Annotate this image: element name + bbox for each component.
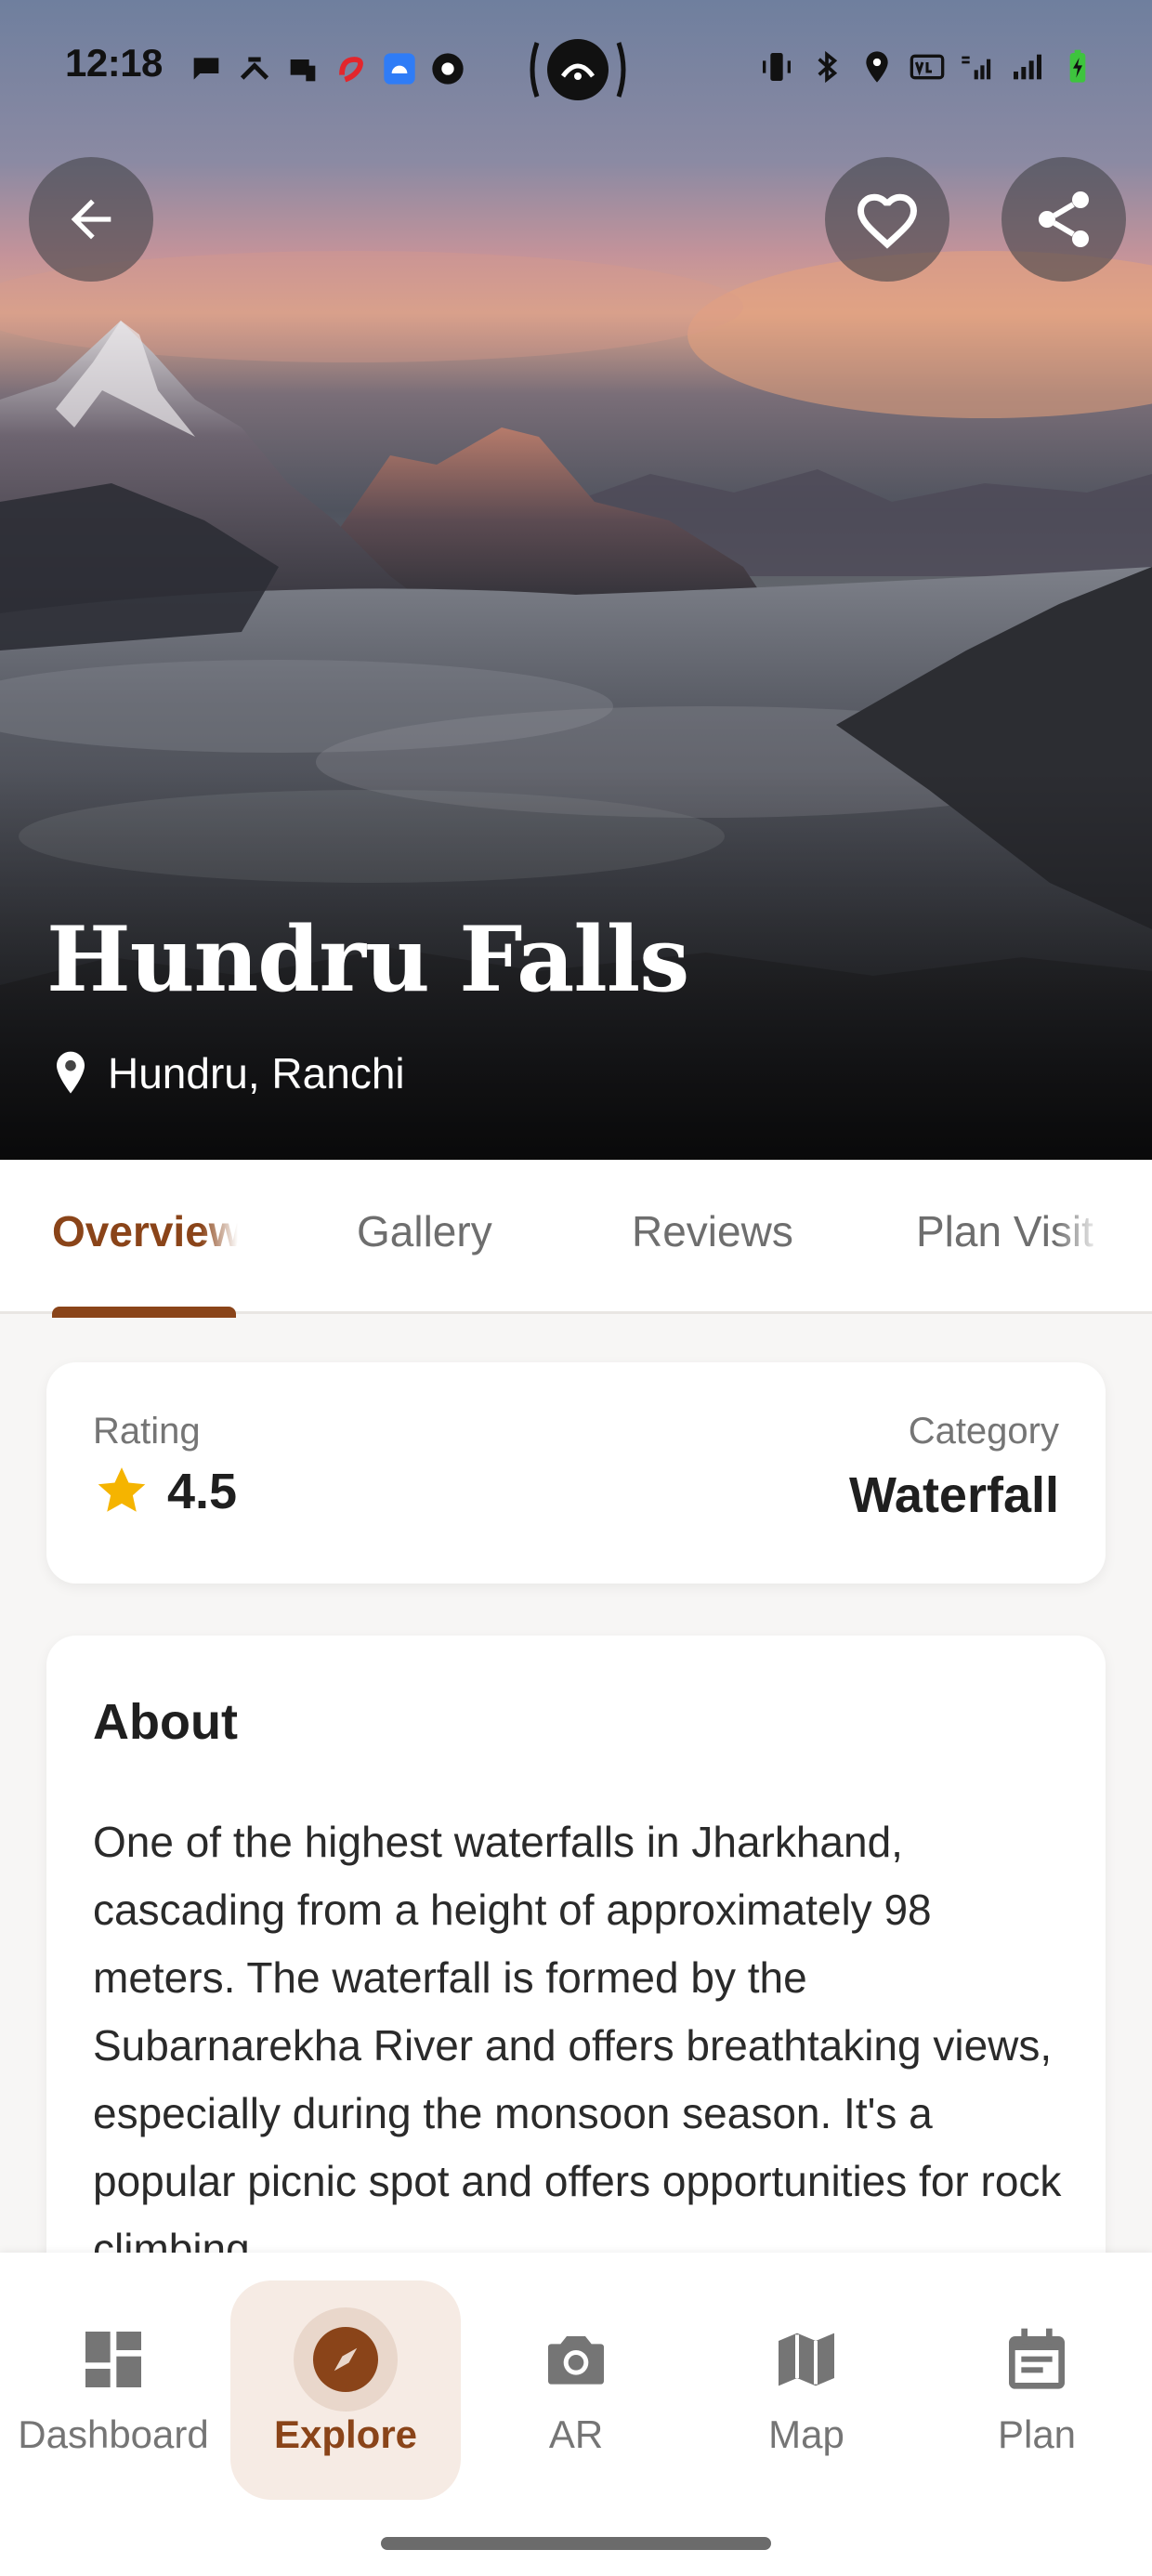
status-time: 12:18 bbox=[65, 41, 163, 85]
tools-icon bbox=[240, 57, 269, 80]
summary-card: Rating 4.5 Category Waterfall bbox=[46, 1362, 1106, 1584]
battery-charging-icon bbox=[1069, 49, 1086, 83]
place-title: Hundru Falls bbox=[46, 907, 689, 1012]
chat-icon bbox=[193, 58, 219, 80]
nav-explore-label: Explore bbox=[273, 2412, 418, 2456]
detail-tabs: Overview Gallery Reviews Plan Visit bbox=[0, 1160, 1152, 1314]
hotspot-icon bbox=[530, 39, 626, 100]
status-bar: 12:18 bbox=[0, 0, 1152, 139]
nav-ar-label: AR bbox=[548, 2412, 604, 2456]
tab-plan-visit[interactable]: Plan Visit bbox=[916, 1206, 1102, 1256]
nav-dashboard-label: Dashboard bbox=[18, 2412, 209, 2456]
tab-overview[interactable]: Overview bbox=[52, 1206, 238, 1256]
compass-icon bbox=[313, 2327, 378, 2392]
airtel-icon bbox=[339, 57, 363, 83]
heart-outline-icon bbox=[857, 193, 917, 249]
category-label: Category bbox=[908, 1411, 1059, 1452]
arrow-back-icon bbox=[71, 199, 111, 240]
volte-icon bbox=[910, 54, 945, 80]
location-text: Hundru, Ranchi bbox=[108, 1049, 405, 1097]
nav-map-label: Map bbox=[768, 2412, 844, 2456]
location-pin-icon bbox=[57, 1051, 85, 1094]
calendar-icon bbox=[1009, 2328, 1065, 2389]
nav-explore[interactable]: Explore bbox=[230, 2280, 461, 2500]
chrome-icon bbox=[432, 53, 464, 85]
about-card: About One of the highest waterfalls in J… bbox=[46, 1636, 1106, 2286]
star-icon bbox=[98, 1467, 146, 1512]
nav-map[interactable]: Map bbox=[691, 2280, 922, 2500]
nav-ar[interactable]: AR bbox=[461, 2280, 691, 2500]
rating-label: Rating bbox=[93, 1411, 201, 1452]
bottom-navigation: Dashboard Explore AR Map Plan bbox=[0, 2253, 1152, 2576]
nav-dashboard[interactable]: Dashboard bbox=[0, 2280, 229, 2500]
camera-icon bbox=[548, 2336, 604, 2385]
signal-5g-icon bbox=[962, 56, 991, 80]
rating-value: 4.5 bbox=[167, 1464, 238, 1519]
location-icon bbox=[866, 51, 888, 83]
notification-icons bbox=[188, 50, 466, 87]
back-button[interactable] bbox=[29, 157, 153, 282]
system-status-icons bbox=[758, 48, 1096, 85]
about-title: About bbox=[93, 1694, 238, 1750]
nav-plan-label: Plan bbox=[997, 2412, 1077, 2456]
favorite-button[interactable] bbox=[825, 157, 949, 282]
active-tab-indicator bbox=[52, 1307, 236, 1318]
tab-reviews[interactable]: Reviews bbox=[632, 1206, 793, 1256]
share-button[interactable] bbox=[1001, 157, 1126, 282]
share-icon bbox=[1039, 191, 1089, 247]
map-icon bbox=[779, 2333, 834, 2386]
about-text: One of the highest waterfalls in Jharkha… bbox=[93, 1818, 1062, 2273]
nav-plan[interactable]: Plan bbox=[922, 2280, 1152, 2500]
android-icon bbox=[384, 53, 415, 85]
devices-icon bbox=[290, 59, 316, 82]
dashboard-icon bbox=[85, 2332, 141, 2387]
home-indicator[interactable] bbox=[381, 2537, 771, 2550]
tab-gallery[interactable]: Gallery bbox=[357, 1206, 492, 1256]
rating: 4.5 bbox=[93, 1463, 237, 1520]
signal-icon bbox=[1014, 54, 1041, 80]
place-location: Hundru, Ranchi bbox=[52, 1048, 405, 1098]
category-value: Waterfall bbox=[848, 1467, 1059, 1523]
bluetooth-icon bbox=[818, 50, 838, 84]
vibrate-icon bbox=[763, 53, 791, 81]
